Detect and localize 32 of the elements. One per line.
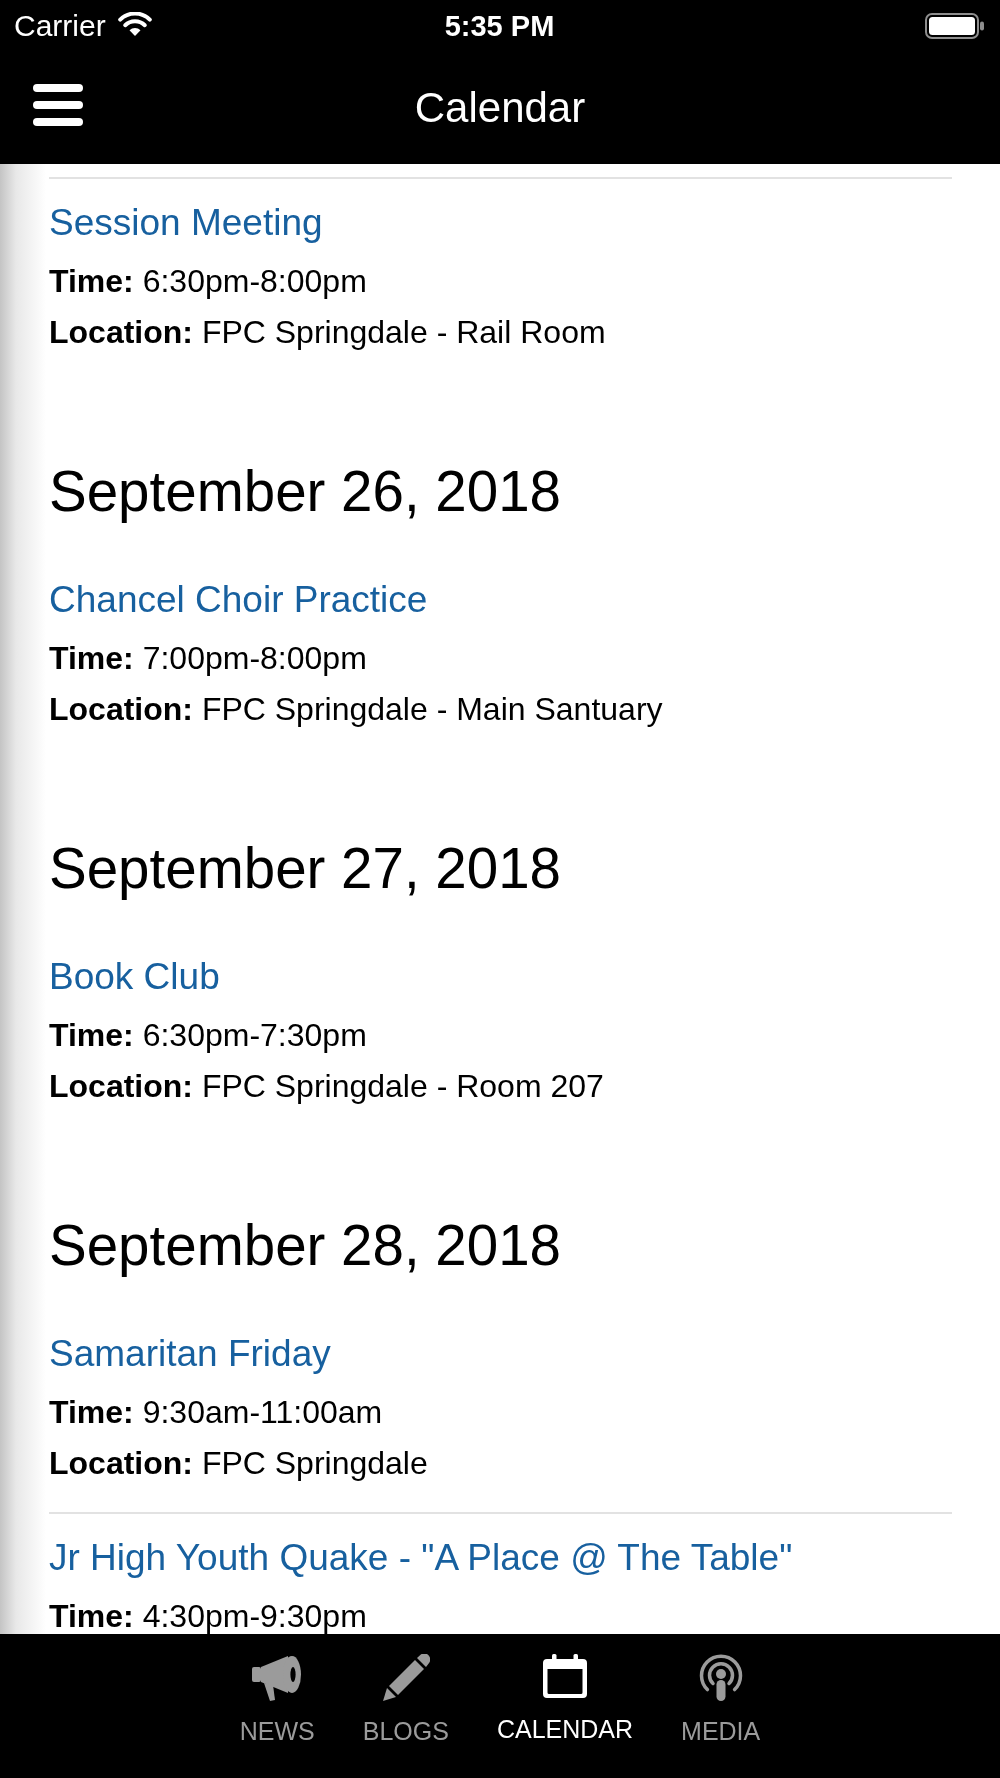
event-title-link[interactable]: Chancel Choir Practice — [49, 578, 428, 622]
menu-button[interactable] — [33, 84, 83, 126]
wifi-icon — [117, 11, 152, 37]
date-heading: September 26, 2018 — [49, 460, 561, 524]
carrier-name: Carrier — [14, 8, 106, 44]
date-heading: September 28, 2018 — [49, 1214, 561, 1278]
event-time: Time: 6:30pm-8:00pm — [49, 262, 367, 299]
menu-icon — [33, 84, 83, 126]
date-heading: September 27, 2018 — [49, 837, 561, 901]
event-location: Location: FPC Springdale - Main Santuary — [49, 690, 663, 727]
megaphone-icon — [252, 1654, 303, 1701]
event-title-link[interactable]: Book Club — [49, 955, 220, 999]
event-location: Location: FPC Springdale — [49, 1444, 428, 1481]
event-title-link[interactable]: Samaritan Friday — [49, 1332, 331, 1376]
event-time: Time: 4:30pm-9:30pm — [49, 1597, 367, 1634]
event-title-link[interactable]: Session Meeting — [49, 201, 323, 245]
calendar-icon — [542, 1654, 588, 1699]
battery-icon — [925, 13, 985, 39]
tab-item[interactable]: NEWS — [239, 1634, 315, 1746]
tab-item[interactable]: MEDIA — [681, 1634, 761, 1746]
tab-item[interactable]: BLOGS — [362, 1634, 449, 1746]
event-location: Location: FPC Springdale - Rail Room — [49, 313, 606, 350]
event-title-link[interactable]: Jr High Youth Quake - "A Place @ The Table" — [49, 1536, 793, 1580]
podcast-icon — [697, 1654, 744, 1701]
event-time: Time: 7:00pm-8:00pm — [49, 639, 367, 676]
status-time: 5:35 PM — [444, 9, 555, 44]
event-time: Time: 6:30pm-7:30pm — [49, 1016, 367, 1053]
pencil-icon — [381, 1654, 430, 1701]
tab-item[interactable]: CALENDAR — [496, 1634, 634, 1744]
event-location: Location: FPC Springdale - Room 207 — [49, 1067, 604, 1104]
event-time: Time: 9:30am-11:00am — [49, 1393, 383, 1430]
nav-title: Calendar — [414, 83, 586, 133]
